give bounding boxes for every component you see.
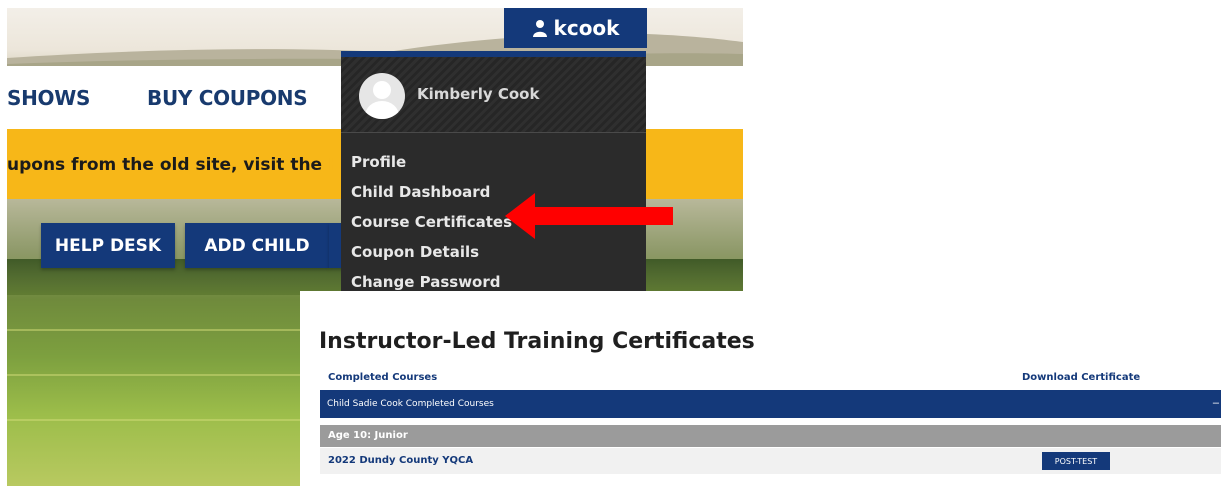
collapse-toggle[interactable]: –	[1213, 397, 1219, 409]
help-desk-button[interactable]: HELP DESK	[41, 223, 175, 268]
child-group-bar[interactable]: Child Sadie Cook Completed Courses –	[320, 390, 1221, 418]
column-header-download: Download Certificate	[1022, 372, 1141, 383]
child-group-label: Child Sadie Cook Completed Courses	[327, 399, 494, 409]
avatar	[359, 73, 405, 119]
red-arrow-annotation	[505, 193, 673, 239]
menu-item-course-certificates[interactable]: Course Certificates	[351, 213, 512, 231]
table-row: 2022 Dundy County YQCA POST-TEST	[320, 448, 1221, 474]
announcement-text: upons from the old site, visit the H	[7, 155, 342, 175]
post-test-button[interactable]: POST-TEST	[1042, 452, 1110, 470]
nav-item-buy-coupons[interactable]: BUY COUPONS	[147, 86, 308, 110]
user-dropdown-menu: Kimberly Cook Profile Child Dashboard Co…	[341, 51, 646, 301]
age-group-bar: Age 10: Junior	[320, 425, 1221, 447]
certificates-panel: Instructor-Led Training Certificates Com…	[300, 291, 1221, 486]
user-icon	[532, 20, 547, 37]
username-label: kcook	[553, 16, 620, 40]
menu-item-child-dashboard[interactable]: Child Dashboard	[351, 183, 490, 201]
page-title: Instructor-Led Training Certificates	[319, 329, 755, 354]
nav-item-shows[interactable]: SHOWS	[7, 86, 90, 110]
course-name: 2022 Dundy County YQCA	[328, 455, 474, 466]
dropdown-header: Kimberly Cook	[341, 57, 646, 133]
column-header-completed: Completed Courses	[328, 372, 438, 383]
add-child-button[interactable]: ADD CHILD	[185, 223, 329, 268]
dropdown-user-name: Kimberly Cook	[417, 85, 540, 103]
age-group-label: Age 10: Junior	[328, 430, 408, 441]
menu-item-change-password[interactable]: Change Password	[351, 273, 501, 291]
user-menu-tab[interactable]: kcook	[504, 8, 647, 48]
menu-item-coupon-details[interactable]: Coupon Details	[351, 243, 479, 261]
menu-item-profile[interactable]: Profile	[351, 153, 406, 171]
announcement-message: upons from the old site, visit the	[7, 155, 329, 175]
